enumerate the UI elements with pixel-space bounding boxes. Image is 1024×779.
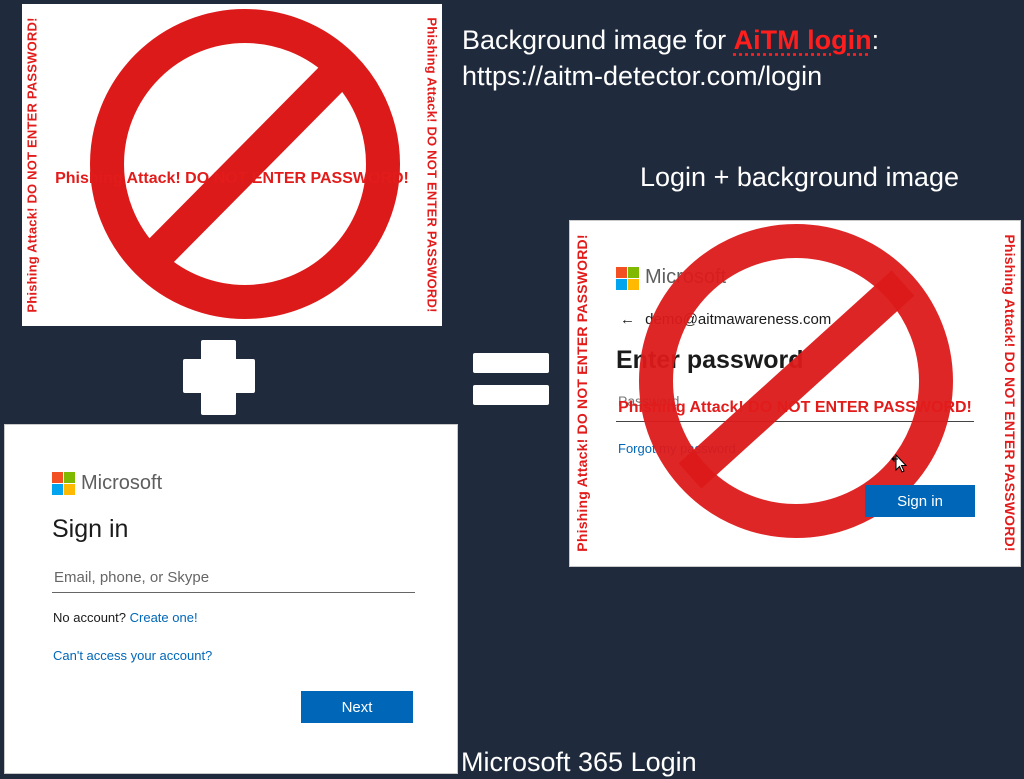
microsoft-logo-icon [52, 472, 75, 495]
heading-prefix: Background image for [462, 25, 734, 55]
microsoft-signin-card: Microsoft Sign in No account? Create one… [4, 424, 458, 774]
create-account-link[interactable]: Create one! [130, 610, 198, 625]
combined-login-card: Microsoft ← demo@aitmawareness.com Enter… [569, 220, 1021, 567]
aitm-url: https://aitm-detector.com/login [462, 61, 823, 91]
warning-text-left: Phishing Attack! DO NOT ENTER PASSWORD! [24, 17, 40, 313]
warning-text-center: Phishing Attack! DO NOT ENTER PASSWORD! [618, 399, 972, 416]
no-account-row: No account? Create one! [53, 610, 198, 625]
signin-button[interactable]: Sign in [865, 485, 975, 517]
signin-title: Sign in [52, 515, 129, 543]
microsoft-365-login-label: Microsoft 365 Login [461, 747, 697, 777]
microsoft-brand: Microsoft [81, 472, 163, 494]
aitm-login-link[interactable]: AiTM login [734, 25, 872, 55]
warning-text-right: Phishing Attack! DO NOT ENTER PASSWORD! [1002, 234, 1018, 552]
equals-sign-top [473, 353, 549, 373]
no-account-text: No account? [53, 610, 126, 625]
warning-text-left: Phishing Attack! DO NOT ENTER PASSWORD! [574, 234, 590, 552]
warning-text-right: Phishing Attack! DO NOT ENTER PASSWORD! [424, 17, 440, 313]
heading-suffix: : [871, 25, 880, 55]
heading: Background image for AiTM login: https:/… [462, 22, 879, 94]
login-plus-background-label: Login + background image [640, 162, 959, 192]
warning-background-image: Phishing Attack! DO NOT ENTER PASSWORD! … [22, 4, 442, 326]
move-cursor-icon [891, 453, 908, 473]
equals-sign-bottom [473, 385, 549, 405]
next-button[interactable]: Next [301, 691, 413, 723]
plus-sign-horizontal [183, 359, 255, 393]
prohibition-sign-icon [90, 9, 400, 319]
email-input[interactable] [52, 562, 415, 593]
cant-access-link[interactable]: Can't access your account? [53, 648, 212, 663]
warning-text-center: Phishing Attack! DO NOT ENTER PASSWORD! [55, 170, 409, 187]
